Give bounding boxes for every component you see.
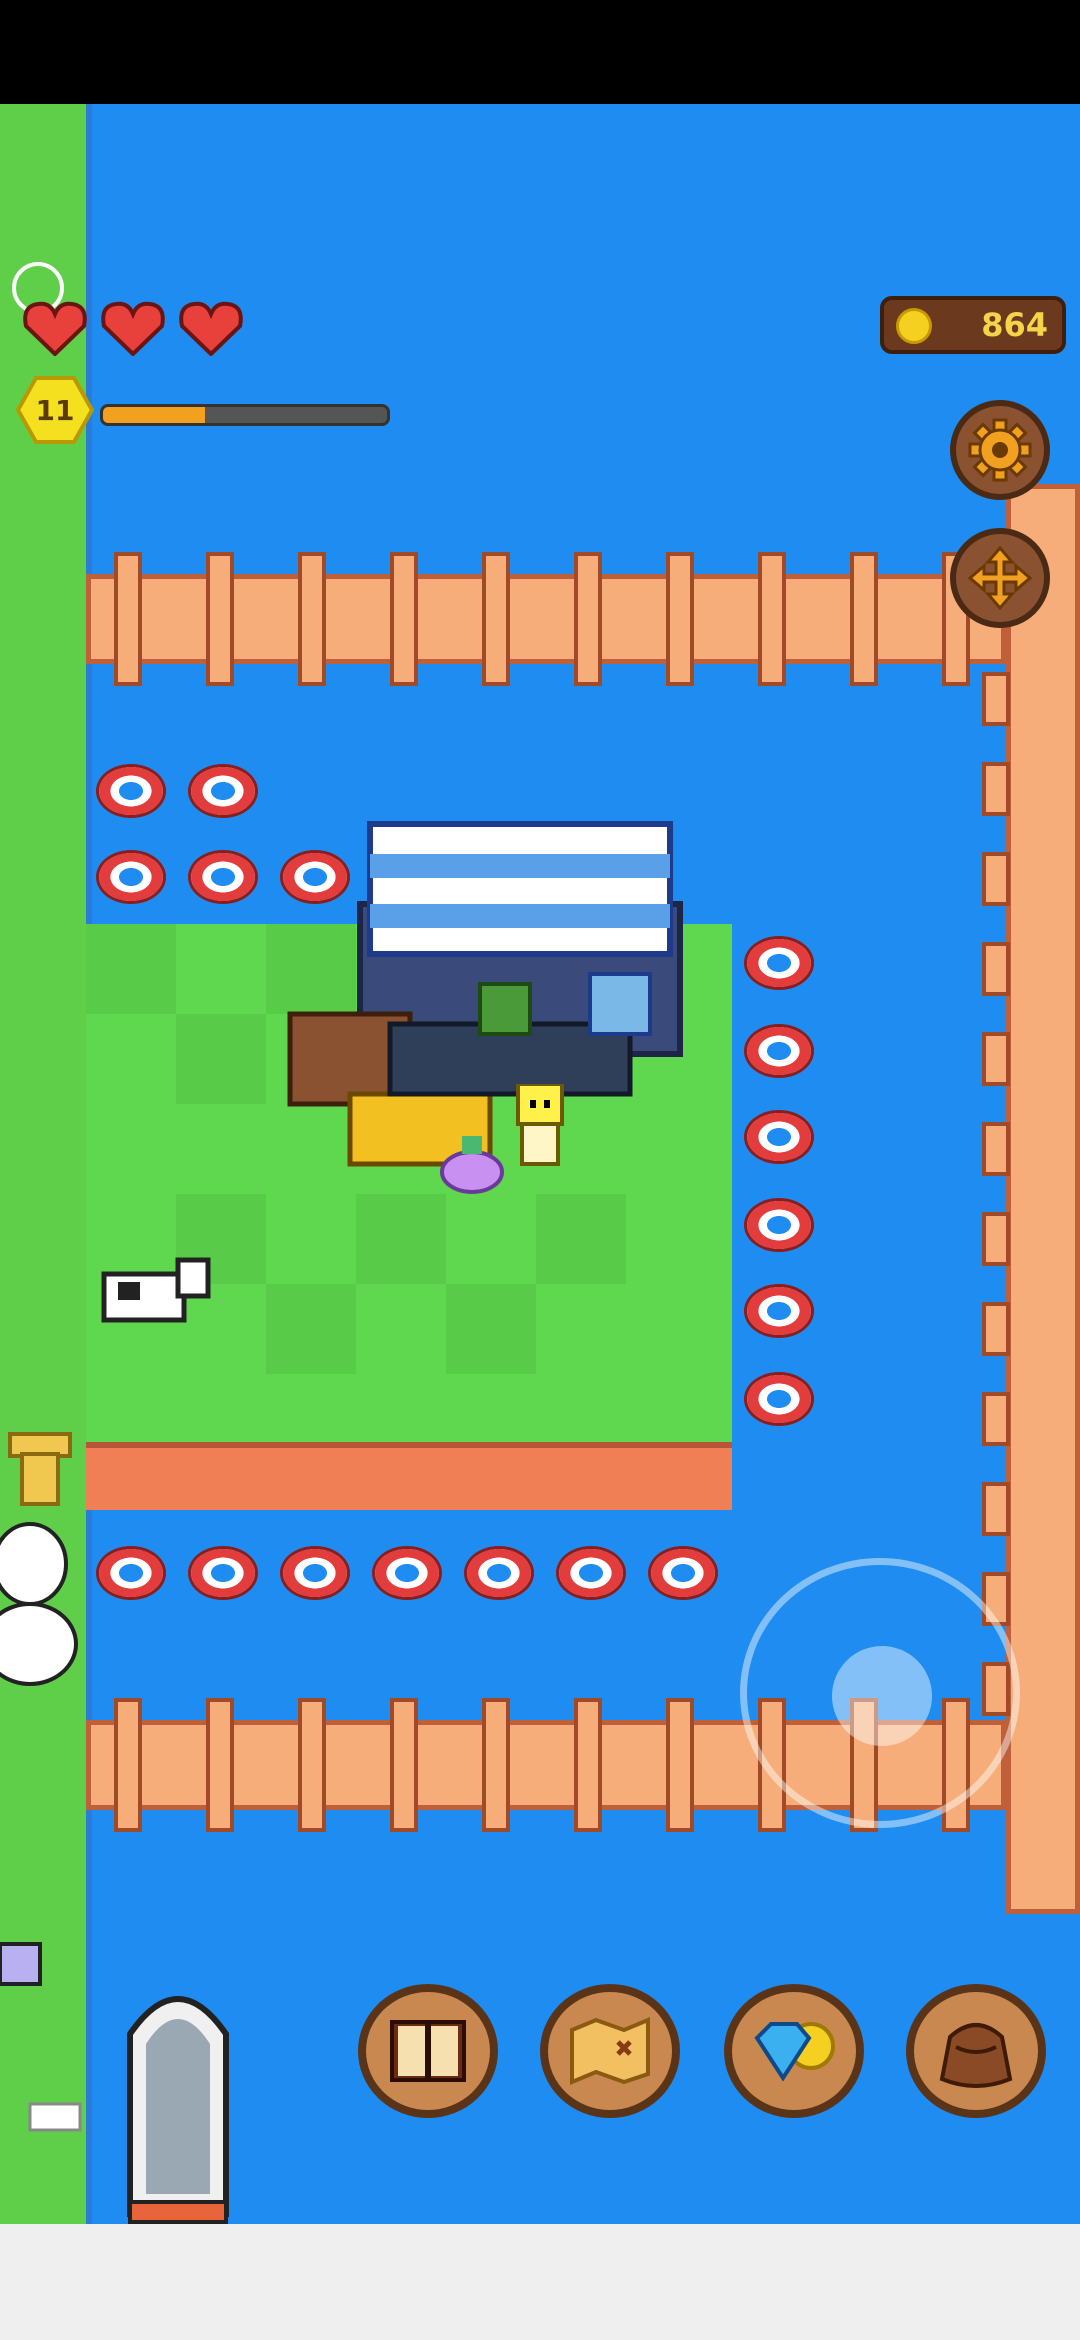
life-buoy bbox=[188, 1546, 258, 1600]
fence-posts-top bbox=[114, 552, 970, 686]
treasure-map-button[interactable] bbox=[540, 1984, 680, 2118]
system-navigation-bar bbox=[0, 2224, 1080, 2340]
gear-icon bbox=[968, 418, 1032, 482]
life-buoy bbox=[744, 1024, 814, 1078]
coin-count: 864 bbox=[981, 306, 1048, 344]
pet-slime bbox=[440, 1136, 504, 1194]
coin-icon bbox=[896, 308, 932, 344]
life-buoy bbox=[188, 850, 258, 904]
player-character bbox=[516, 1084, 564, 1166]
level-number: 11 bbox=[35, 394, 75, 427]
grass-tile bbox=[446, 1284, 536, 1374]
grass-tile bbox=[266, 1284, 356, 1374]
shop-button[interactable] bbox=[724, 1984, 864, 2118]
grass-tile bbox=[536, 1194, 626, 1284]
life-buoy bbox=[744, 936, 814, 990]
settings-button[interactable] bbox=[950, 400, 1050, 500]
life-buoy bbox=[188, 764, 258, 818]
life-buoy bbox=[744, 1284, 814, 1338]
xp-progress-bar bbox=[100, 404, 390, 426]
grass-tile bbox=[356, 1194, 446, 1284]
life-buoy bbox=[744, 1372, 814, 1426]
island-cliff-edge bbox=[86, 1442, 732, 1510]
bag-icon bbox=[939, 2023, 1013, 2088]
coin-counter: 864 bbox=[880, 296, 1066, 354]
journal-button[interactable] bbox=[358, 1984, 498, 2118]
life-buoy bbox=[372, 1546, 442, 1600]
small-animals bbox=[0, 1942, 82, 2132]
inventory-button[interactable] bbox=[906, 1984, 1046, 2118]
fence-posts-right bbox=[982, 672, 1010, 1716]
level-badge: 11 bbox=[16, 376, 94, 444]
rowboat[interactable] bbox=[120, 1974, 236, 2224]
xp-progress-fill bbox=[103, 407, 206, 423]
heart-icon bbox=[178, 300, 244, 357]
sheep-animals[interactable] bbox=[0, 1514, 80, 1694]
move-arrows-icon bbox=[968, 546, 1032, 610]
life-buoy bbox=[744, 1198, 814, 1252]
life-buoy bbox=[464, 1546, 534, 1600]
joystick-knob[interactable] bbox=[832, 1646, 932, 1746]
heart-icon bbox=[100, 300, 166, 357]
life-buoy bbox=[96, 764, 166, 818]
cow-animal[interactable] bbox=[98, 1254, 212, 1334]
life-buoy bbox=[96, 850, 166, 904]
life-buoy bbox=[648, 1546, 718, 1600]
life-buoy bbox=[280, 1546, 350, 1600]
book-icon bbox=[390, 2020, 466, 2082]
move-mode-button[interactable] bbox=[950, 528, 1050, 628]
game-world[interactable]: 11 864 bbox=[0, 104, 1080, 2224]
status-bar bbox=[0, 0, 1080, 104]
life-buoy bbox=[556, 1546, 626, 1600]
life-buoy bbox=[96, 1546, 166, 1600]
life-buoy bbox=[744, 1110, 814, 1164]
grass-tile bbox=[86, 924, 176, 1014]
heart-icon bbox=[22, 300, 88, 357]
map-icon bbox=[570, 2017, 650, 2085]
gem-coin-icon bbox=[754, 2022, 835, 2082]
grass-tile bbox=[176, 1014, 266, 1104]
scarecrow bbox=[8, 1432, 72, 1506]
